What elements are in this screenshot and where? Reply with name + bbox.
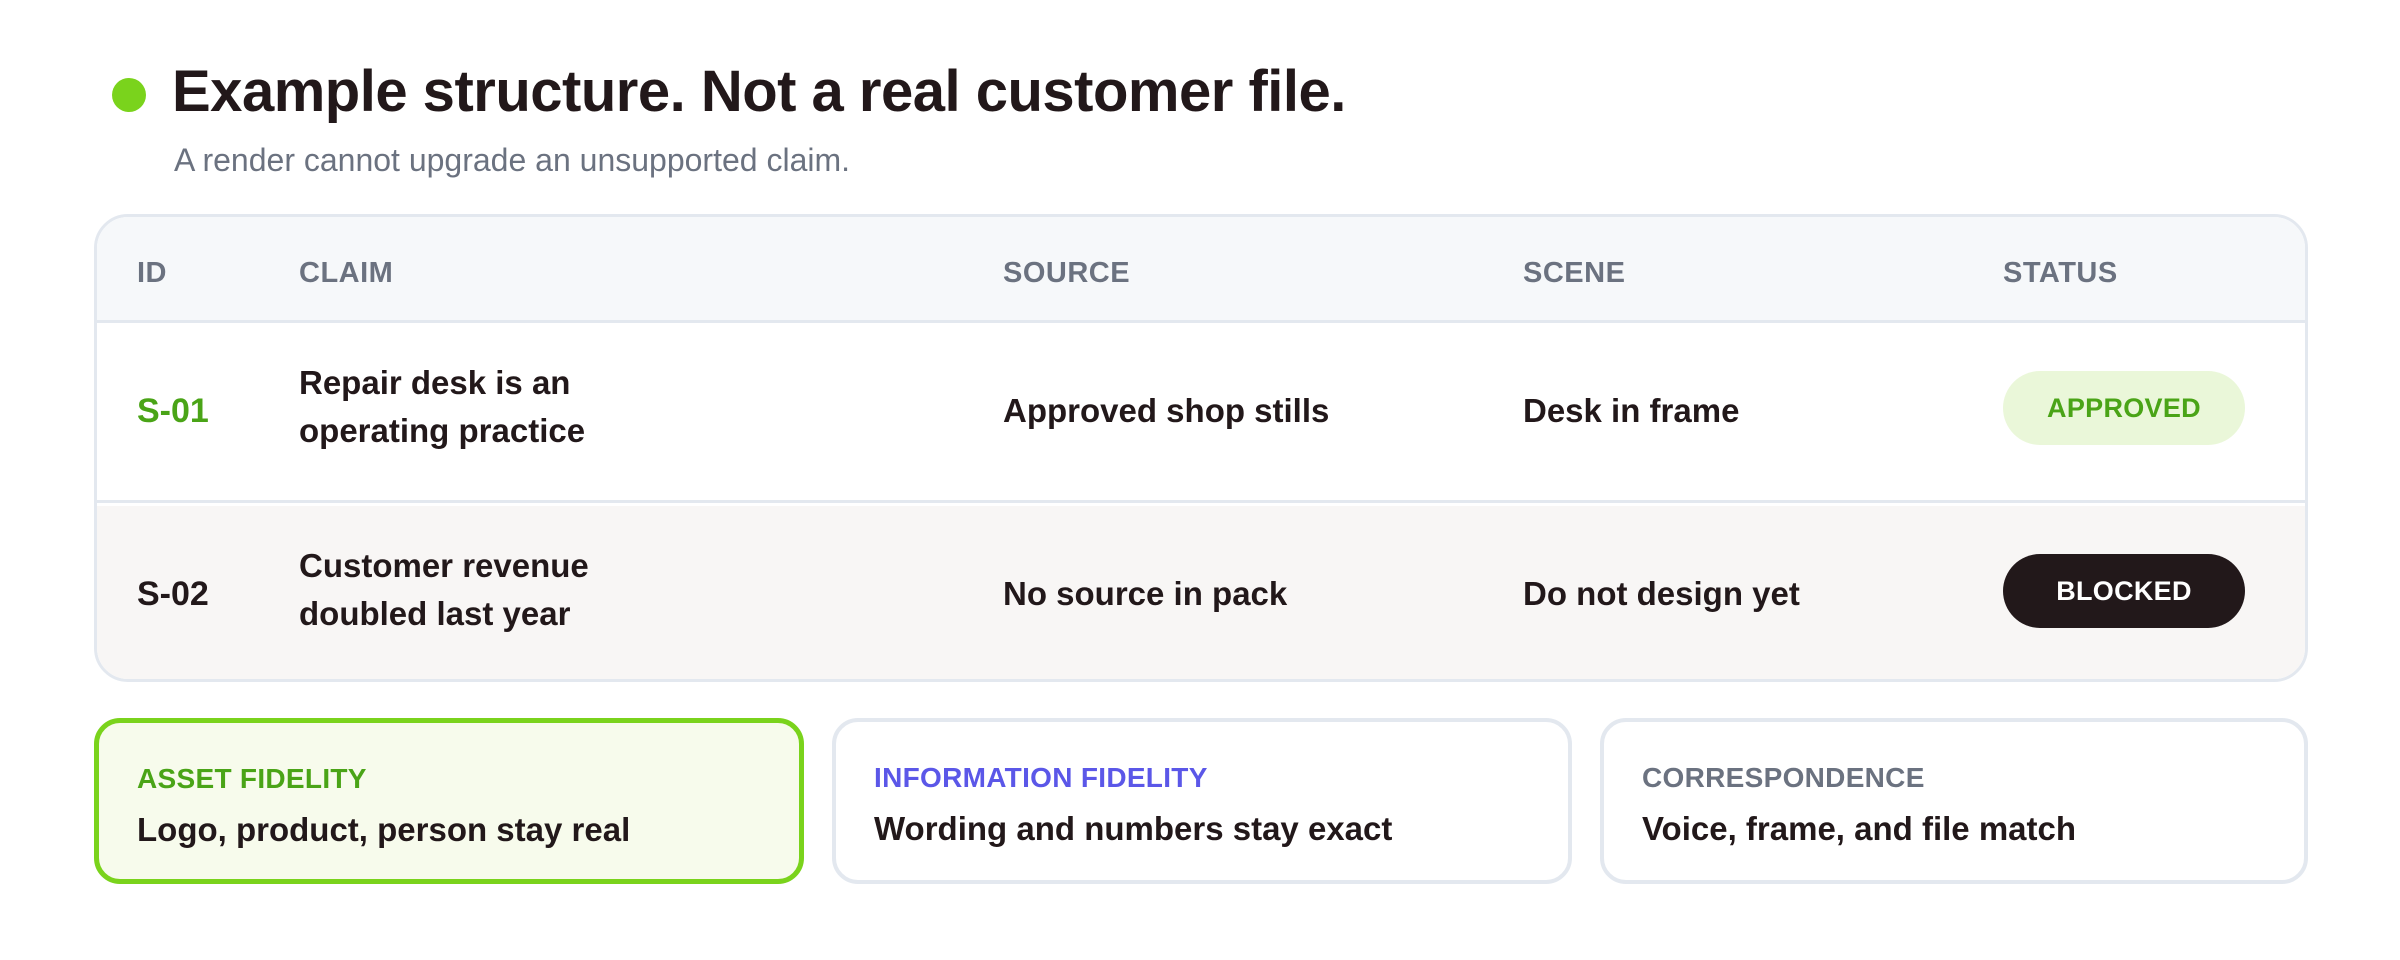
card-label: ASSET FIDELITY bbox=[137, 763, 367, 794]
claims-table: ID CLAIM SOURCE SCENE STATUS S-01 Repair… bbox=[94, 214, 2308, 682]
column-header-status: STATUS bbox=[2003, 257, 2118, 289]
status-badge-approved: APPROVED bbox=[2003, 371, 2245, 445]
row-claim-line: operating practice bbox=[299, 412, 586, 449]
row-scene: Do not design yet bbox=[1523, 575, 1800, 612]
card-text: Logo, product, person stay real bbox=[137, 811, 631, 848]
card-text: Wording and numbers stay exact bbox=[874, 810, 1393, 847]
card-correspondence: CORRESPONDENCE Voice, frame, and file ma… bbox=[1600, 718, 2308, 884]
table-row: S-02 Customer revenue doubled last year … bbox=[97, 506, 2305, 679]
row-id: S-01 bbox=[137, 392, 209, 430]
row-claim: Repair desk is an operating practice bbox=[299, 359, 585, 455]
row-claim: Customer revenue doubled last year bbox=[299, 542, 589, 638]
card-information-fidelity: INFORMATION FIDELITY Wording and numbers… bbox=[832, 718, 1572, 884]
column-header-scene: SCENE bbox=[1523, 257, 1626, 289]
row-source: No source in pack bbox=[1003, 575, 1288, 612]
column-header-id: ID bbox=[137, 257, 167, 289]
table-header: ID CLAIM SOURCE SCENE STATUS bbox=[97, 217, 2305, 323]
row-claim-line: Customer revenue bbox=[299, 547, 589, 584]
status-dot bbox=[112, 78, 146, 112]
row-scene: Desk in frame bbox=[1523, 392, 1740, 429]
page-title: Example structure. Not a real customer f… bbox=[172, 59, 1346, 124]
card-label: INFORMATION FIDELITY bbox=[874, 762, 1208, 793]
card-text: Voice, frame, and file match bbox=[1642, 810, 2077, 847]
card-label: CORRESPONDENCE bbox=[1642, 762, 1925, 793]
column-header-source: SOURCE bbox=[1003, 257, 1131, 289]
row-source: Approved shop stills bbox=[1003, 392, 1330, 429]
table-row: S-01 Repair desk is an operating practic… bbox=[97, 323, 2305, 503]
page-subtitle: A render cannot upgrade an unsupported c… bbox=[174, 142, 851, 178]
card-asset-fidelity: ASSET FIDELITY Logo, product, person sta… bbox=[94, 718, 804, 884]
column-header-claim: CLAIM bbox=[299, 257, 394, 289]
row-id: S-02 bbox=[137, 575, 209, 613]
row-claim-line: Repair desk is an bbox=[299, 364, 571, 401]
row-claim-line: doubled last year bbox=[299, 595, 571, 632]
status-badge-blocked: BLOCKED bbox=[2003, 554, 2245, 628]
